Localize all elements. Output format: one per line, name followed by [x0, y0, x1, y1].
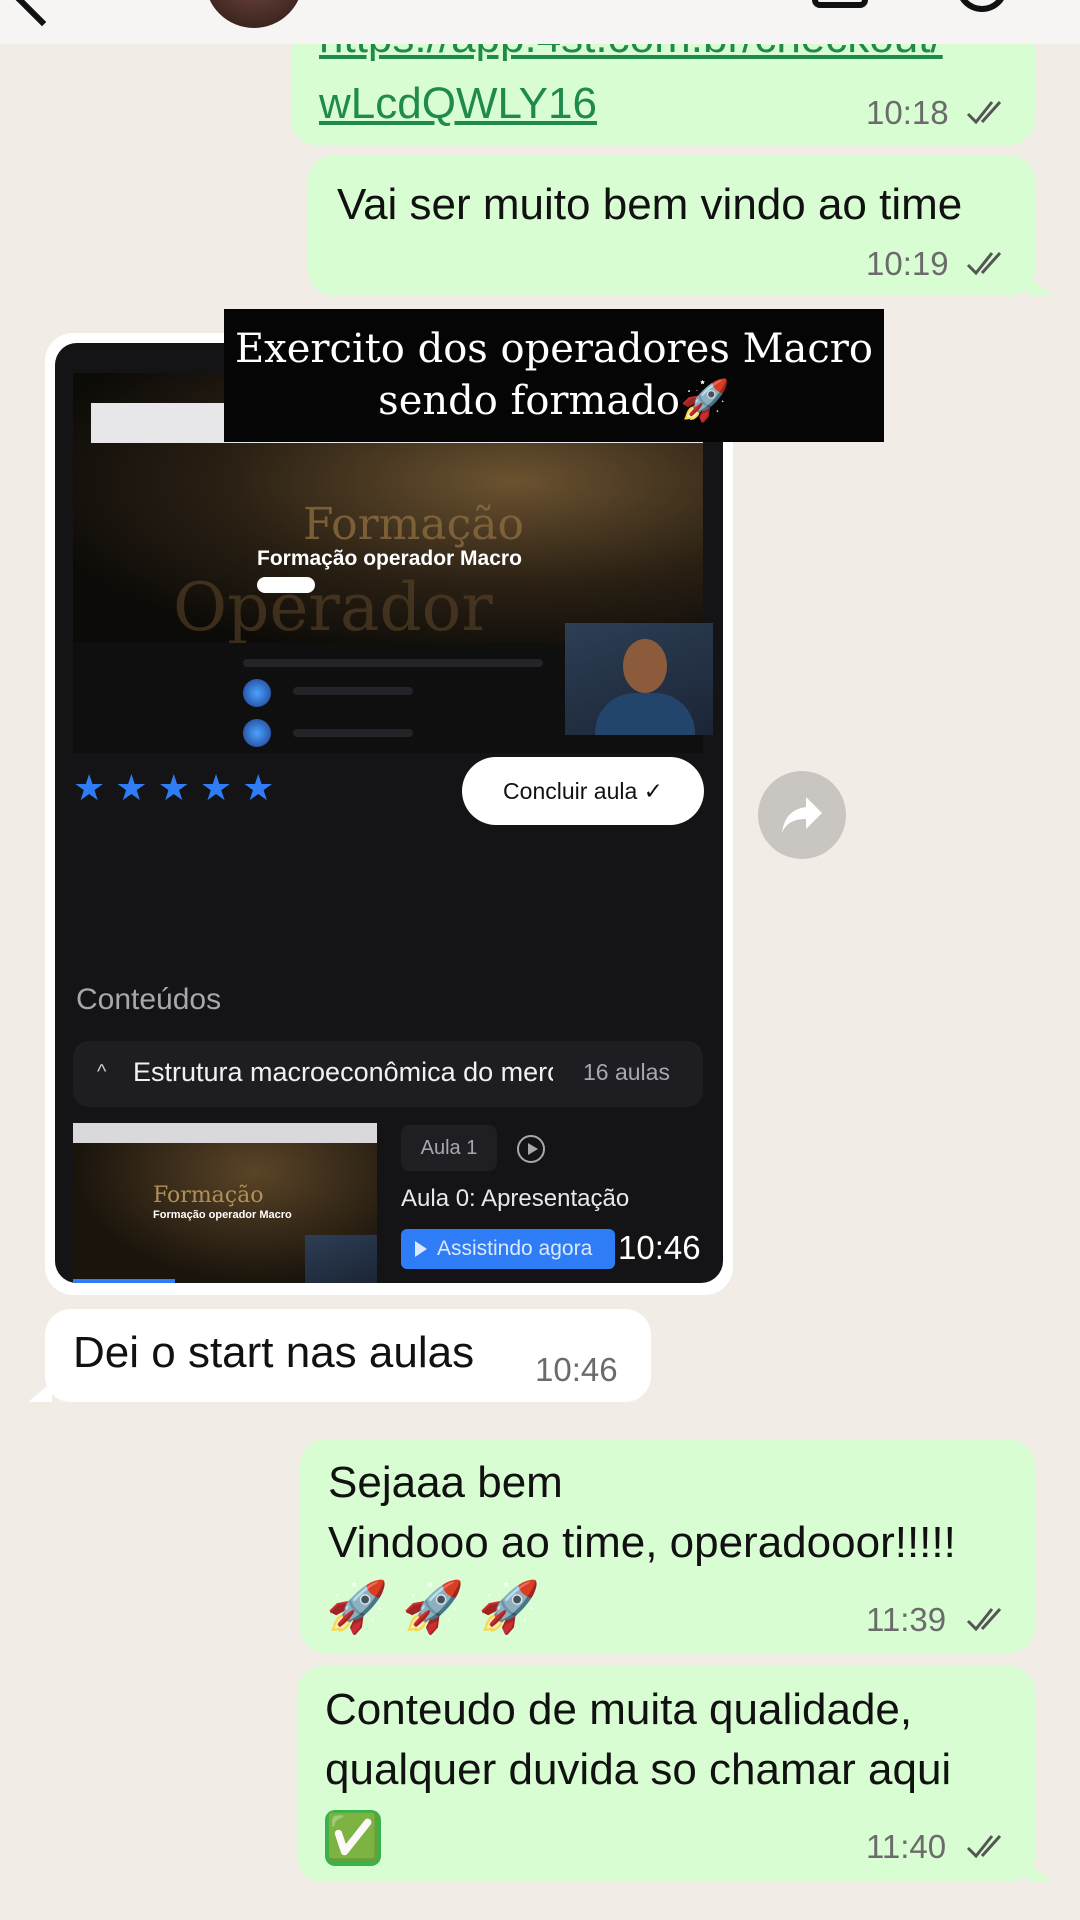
bubble-tail	[1028, 1862, 1052, 1882]
lesson-tag: Aula 1	[401, 1125, 497, 1171]
video-call-icon[interactable]	[812, 0, 868, 8]
chevron-up-icon: ^	[97, 1061, 107, 1083]
bubble-tail	[28, 1382, 52, 1402]
link-text[interactable]: wLcdQWLY16	[319, 74, 597, 134]
rocket-emoji-row: 🚀 🚀 🚀	[326, 1579, 541, 1635]
star-icon[interactable]: ★	[242, 767, 274, 809]
watching-now-button[interactable]: Assistindo agora	[401, 1229, 615, 1269]
message-time: 11:39	[866, 1601, 947, 1638]
message-bubble[interactable]: Conteudo de muita qualidade, qualquer du…	[297, 1666, 1035, 1882]
section-heading: Conteúdos	[76, 983, 222, 1016]
forward-button[interactable]	[758, 771, 846, 859]
check-emoji: ✅	[325, 1806, 381, 1867]
webcam-overlay	[565, 623, 713, 735]
caption-line-1: Exercito dos operadores Macro	[234, 326, 873, 372]
message-text: Vai ser muito bem vindo ao time	[337, 180, 963, 229]
thumb-word: Formação	[153, 1183, 264, 1208]
message-time: 10:18	[866, 94, 949, 131]
module-title: Estrutura macroeconômica do mercado	[133, 1057, 553, 1087]
read-receipt-icon	[966, 100, 1002, 125]
star-icon[interactable]: ★	[200, 767, 232, 809]
conclude-lesson-button[interactable]: Concluir aula ✓	[462, 757, 704, 825]
caption-line-2: sendo formado🚀	[378, 378, 730, 424]
read-receipt-icon	[966, 251, 1002, 276]
star-icon[interactable]: ★	[158, 767, 190, 809]
chat-header	[0, 0, 1080, 44]
message-time: 10:19	[866, 245, 949, 282]
star-icon[interactable]: ★	[115, 767, 147, 809]
image-caption-overlay: Exercito dos operadores Macro sendo form…	[224, 309, 884, 442]
star-icon[interactable]: ★	[73, 767, 105, 809]
message-text-line-1: Sejaaa bem	[328, 1458, 563, 1507]
media-message[interactable]: Formação Operador Macro Formação operado…	[45, 333, 733, 1295]
lesson-thumbnail[interactable]: Formação Formação operador Macro	[73, 1123, 377, 1283]
message-text-line-1: Conteudo de muita qualidade,	[325, 1685, 913, 1734]
message-bubble[interactable]: Dei o start nas aulas 10:46	[45, 1309, 651, 1402]
lesson-title[interactable]: Aula 0: Apresentação	[401, 1185, 629, 1213]
message-text-line-2: qualquer duvida so chamar aqui	[325, 1745, 952, 1794]
play-circle-icon[interactable]	[517, 1135, 545, 1163]
read-receipt-icon	[966, 1607, 1002, 1632]
read-receipt-icon	[966, 1834, 1002, 1859]
message-bubble[interactable]: Vai ser muito bem vindo ao time 10:19	[308, 155, 1035, 296]
contact-avatar[interactable]	[205, 0, 303, 28]
course-title: Formação operador Macro	[257, 547, 522, 570]
message-time: 11:40	[866, 1828, 947, 1865]
forward-arrow-icon	[782, 797, 822, 833]
bubble-tail	[1028, 276, 1052, 296]
message-text: Dei o start nas aulas	[73, 1328, 475, 1377]
message-text-line-2: Vindooo ao time, operadooor!!!!!	[328, 1518, 956, 1567]
check-mark-icon: ✅	[325, 1810, 381, 1867]
back-arrow-icon[interactable]	[13, 0, 71, 27]
module-count: 16 aulas	[583, 1059, 670, 1085]
message-time: 10:46	[618, 1229, 701, 1266]
lesson-progress-bar	[73, 1279, 175, 1283]
hero-word: Formação	[303, 499, 524, 550]
phone-call-icon[interactable]	[956, 0, 1008, 12]
shared-screenshot[interactable]: Formação Operador Macro Formação operado…	[55, 343, 723, 1283]
rating-stars[interactable]: ★ ★ ★ ★ ★	[73, 767, 284, 809]
thumb-subtitle: Formação operador Macro	[153, 1209, 292, 1221]
message-bubble[interactable]: Sejaaa bem Vindooo ao time, operadooor!!…	[300, 1439, 1035, 1653]
start-pill	[257, 577, 315, 593]
message-time: 10:46	[535, 1351, 618, 1388]
module-accordion[interactable]: ^ Estrutura macroeconômica do mercado 16…	[73, 1041, 703, 1107]
